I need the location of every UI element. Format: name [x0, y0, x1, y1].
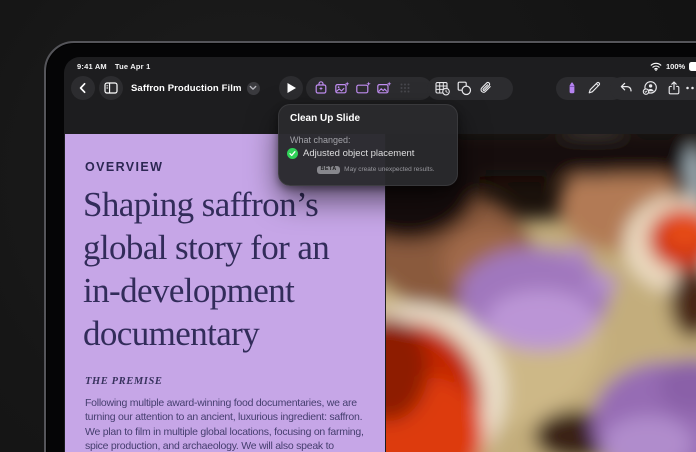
headline-line: documentary	[83, 312, 329, 355]
chevron-down-icon	[249, 85, 257, 91]
magic-tools-pill	[306, 77, 432, 100]
wifi-icon	[650, 62, 662, 71]
share-icon[interactable]	[666, 80, 682, 96]
magic-cleanup-icon[interactable]	[313, 80, 329, 96]
popover-subtitle: What changed:	[290, 135, 351, 145]
play-icon	[286, 82, 297, 94]
body-line: spice production, and archaeology. We wi…	[85, 439, 365, 452]
magic-add-image-icon[interactable]	[376, 80, 392, 96]
back-button[interactable]	[71, 76, 95, 100]
status-bar-right: 100%	[650, 62, 696, 71]
slide-body-text[interactable]: Following multiple award-winning food do…	[85, 396, 365, 452]
title-disclosure-button[interactable]	[247, 82, 260, 95]
more-grid-icon[interactable]	[397, 80, 413, 96]
clean-up-slide-popover: Clean Up Slide What changed: Adjusted ob…	[278, 104, 458, 186]
collaborate-icon[interactable]	[642, 80, 658, 96]
change-row: Adjusted object placement	[287, 148, 414, 159]
document-title-menu[interactable]: Saffron Production Film	[131, 76, 260, 100]
pen-tool-icon[interactable]	[586, 80, 602, 96]
insert-table-chart-icon[interactable]	[434, 80, 450, 96]
screenshot-stage: 9:41 AM Tue Apr 1 100%	[0, 0, 696, 452]
ipad-screen: 9:41 AM Tue Apr 1 100%	[64, 57, 696, 452]
document-title: Saffron Production Film	[131, 83, 242, 94]
beta-note: May create unexpected results.	[344, 166, 434, 173]
beta-row: BETA May create unexpected results.	[317, 166, 435, 174]
insert-shapes-icon[interactable]	[456, 80, 472, 96]
chevron-left-icon	[77, 82, 89, 94]
status-bar-left: 9:41 AM Tue Apr 1	[77, 62, 150, 71]
crayon-tool-icon[interactable]	[564, 80, 580, 96]
headline-line: in-development	[83, 269, 329, 312]
body-line: We plan to film in multiple global locat…	[85, 425, 365, 439]
status-time: 9:41 AM	[77, 62, 107, 71]
actions-pill	[610, 77, 696, 100]
slide-section-label[interactable]: THE PREMISE	[85, 376, 163, 387]
popover-title: Clean Up Slide	[290, 113, 360, 124]
slide-eyebrow[interactable]: OVERVIEW	[85, 160, 163, 174]
change-item: Adjusted object placement	[303, 148, 414, 159]
status-date: Tue Apr 1	[115, 62, 151, 71]
battery-percent: 100%	[666, 62, 685, 71]
insert-tools-pill	[427, 77, 513, 100]
headline-line: Shaping saffron’s	[83, 183, 329, 226]
battery-icon	[689, 62, 696, 71]
undo-icon[interactable]	[618, 80, 634, 96]
slide-headline[interactable]: Shaping saffron’s global story for an in…	[83, 183, 329, 355]
body-line: Following multiple award-winning food do…	[85, 396, 365, 410]
beta-badge: BETA	[317, 166, 340, 174]
magic-add-photo-icon[interactable]	[334, 80, 350, 96]
play-button[interactable]	[279, 76, 303, 100]
body-line: turning our attention to an ancient, lux…	[85, 410, 365, 424]
attach-media-icon[interactable]	[478, 80, 494, 96]
slide-navigator-button[interactable]	[99, 76, 123, 100]
magic-add-slide-icon[interactable]	[355, 80, 371, 96]
slide-navigator-icon	[104, 82, 118, 94]
green-check-icon	[287, 148, 298, 159]
ipad-device-frame: 9:41 AM Tue Apr 1 100%	[44, 41, 696, 452]
more-actions-icon[interactable]	[685, 80, 696, 96]
headline-line: global story for an	[83, 226, 329, 269]
